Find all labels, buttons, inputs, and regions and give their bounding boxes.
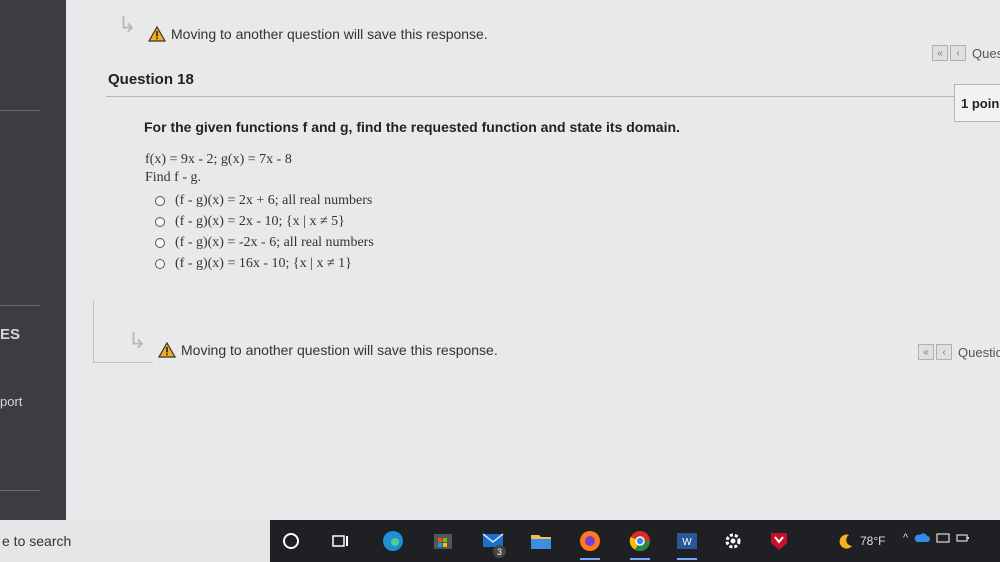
first-question-button[interactable]: «	[918, 344, 934, 360]
answer-choice-b[interactable]: (f - g)(x) = 2x - 10; {x | x ≠ 5}	[155, 211, 374, 232]
answer-choice-text: (f - g)(x) = -2x - 6; all real numbers	[175, 234, 374, 250]
edge-browser-icon[interactable]	[380, 528, 406, 554]
top-question-nav: « ‹ Ques	[932, 45, 1000, 61]
answer-choice-text: (f - g)(x) = 2x + 6; all real numbers	[175, 192, 373, 208]
settings-gear-icon[interactable]	[720, 528, 746, 554]
question-nav-label[interactable]: Ques	[972, 46, 1000, 61]
radio-button[interactable]	[155, 216, 165, 227]
mail-icon[interactable]: 3	[480, 528, 506, 558]
bottom-save-notice: Moving to another question will save thi…	[158, 342, 498, 358]
battery-icon[interactable]	[956, 532, 970, 544]
radio-button[interactable]	[155, 195, 165, 206]
onedrive-cloud-icon[interactable]	[914, 532, 931, 544]
bottom-question-nav: « ‹ Questio	[918, 344, 1000, 360]
radio-button[interactable]	[155, 258, 165, 269]
question-frame-left	[93, 300, 94, 362]
weather-temperature: 78°F	[860, 534, 886, 548]
answer-choice-d[interactable]: (f - g)(x) = 16x - 10; {x | x ≠ 1}	[155, 253, 374, 274]
chevron-up-icon[interactable]: ^	[903, 532, 908, 544]
svg-text:W: W	[682, 537, 692, 548]
left-sidebar: ES port	[0, 0, 66, 520]
question-prompt: For the given functions f and g, find th…	[144, 119, 680, 135]
sidebar-label-port[interactable]: port	[0, 394, 22, 409]
mail-badge: 3	[493, 545, 506, 558]
taskbar-search-text: e to search	[2, 533, 72, 549]
top-save-notice: Moving to another question will save thi…	[148, 26, 488, 42]
mcafee-icon[interactable]	[766, 528, 792, 554]
answer-choices: (f - g)(x) = 2x + 6; all real numbers (f…	[155, 190, 374, 274]
quiz-main: ↳ Moving to another question will save t…	[66, 0, 1000, 520]
warning-icon	[158, 342, 176, 358]
sidebar-divider	[0, 490, 40, 491]
answer-choice-text: (f - g)(x) = 16x - 10; {x | x ≠ 1}	[175, 255, 352, 271]
bottom-save-notice-text: Moving to another question will save thi…	[181, 342, 498, 358]
warning-icon	[148, 26, 166, 42]
sidebar-divider	[0, 305, 40, 306]
cortana-icon[interactable]	[278, 528, 304, 554]
network-icon[interactable]	[936, 532, 950, 544]
question-frame-bottom	[93, 362, 153, 363]
prev-question-button[interactable]: ‹	[950, 45, 966, 61]
chrome-icon[interactable]	[627, 528, 653, 560]
find-instruction: Find f - g.	[145, 170, 201, 185]
weather-widget[interactable]: 78°F	[838, 533, 885, 549]
question-title: Question 18	[108, 71, 194, 88]
return-arrow-icon: ↳	[118, 12, 137, 37]
system-tray: ^	[903, 532, 970, 544]
sidebar-label-es[interactable]: ES	[0, 326, 20, 343]
taskbar-search-box[interactable]: e to search	[0, 520, 270, 562]
sidebar-divider	[0, 110, 40, 111]
first-question-button[interactable]: «	[932, 45, 948, 61]
answer-choice-text: (f - g)(x) = 2x - 10; {x | x ≠ 5}	[175, 213, 345, 229]
windows-taskbar: e to search 3 W 78°F ^	[0, 520, 1000, 562]
function-definitions: f(x) = 9x - 2; g(x) = 7x - 8	[145, 152, 292, 167]
points-badge: 1 poin	[954, 84, 1000, 122]
word-icon[interactable]: W	[674, 528, 700, 560]
answer-choice-a[interactable]: (f - g)(x) = 2x + 6; all real numbers	[155, 190, 374, 211]
task-view-icon[interactable]	[328, 528, 354, 554]
store-icon[interactable]	[430, 528, 456, 554]
moon-icon	[839, 534, 852, 549]
top-save-notice-text: Moving to another question will save thi…	[171, 26, 488, 42]
answer-choice-c[interactable]: (f - g)(x) = -2x - 6; all real numbers	[155, 232, 374, 253]
firefox-icon[interactable]	[577, 528, 603, 560]
question-divider	[106, 96, 958, 97]
radio-button[interactable]	[155, 237, 165, 248]
file-explorer-icon[interactable]	[528, 528, 554, 554]
return-arrow-icon: ↳	[128, 328, 147, 353]
question-nav-label[interactable]: Questio	[958, 345, 1000, 360]
prev-question-button[interactable]: ‹	[936, 344, 952, 360]
